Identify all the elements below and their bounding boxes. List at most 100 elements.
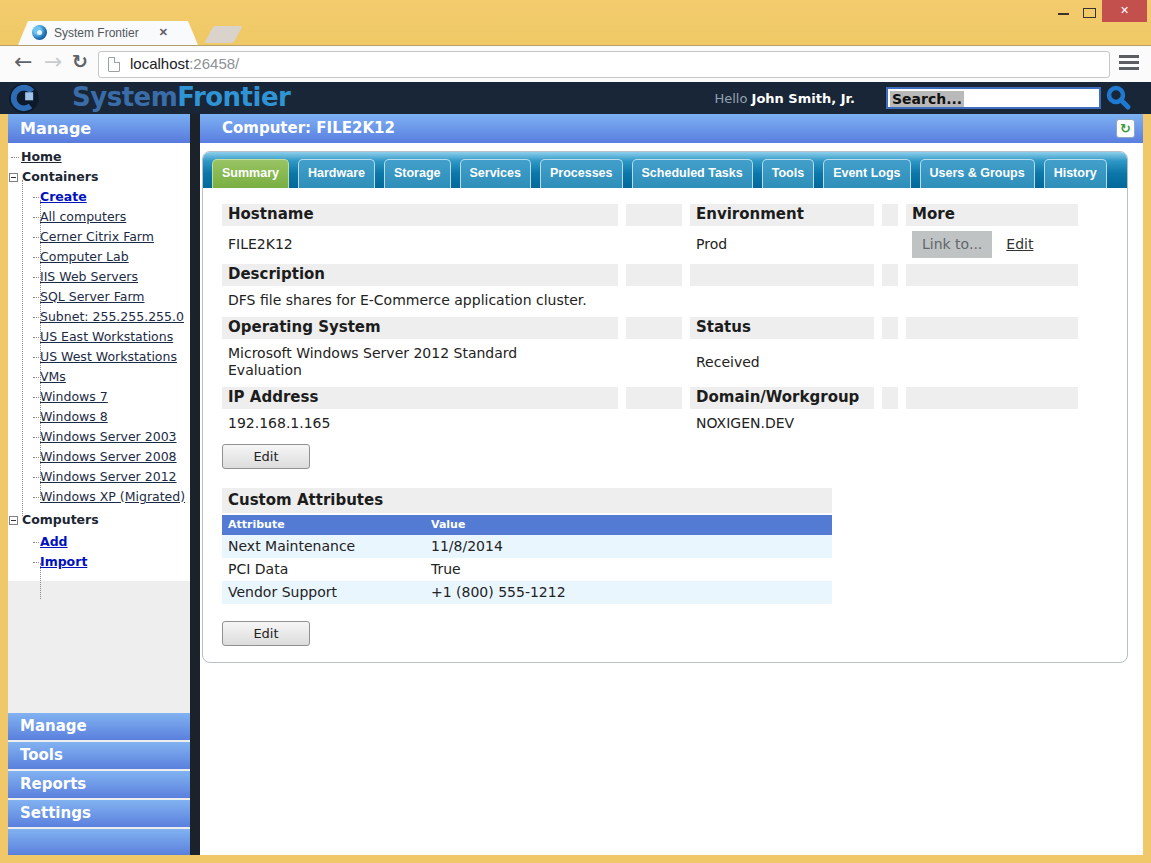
sidebar-item-windows-7[interactable]: Windows 7	[8, 387, 190, 407]
sidebar-item-create[interactable]: Create	[8, 187, 190, 207]
tree-link-label[interactable]: SQL Server Farm	[40, 289, 144, 304]
tree-link-label[interactable]: IIS Web Servers	[40, 269, 138, 284]
summary-edit-button[interactable]: Edit	[222, 444, 310, 469]
sidebar-item-cerner-citrix-farm[interactable]: Cerner Citrix Farm	[8, 227, 190, 247]
sidebar-item-all-computers[interactable]: All computers	[8, 207, 190, 227]
tab-services[interactable]: Services	[460, 159, 531, 188]
browser-titlebar: System Frontier ✕ ✕	[0, 0, 1151, 45]
window-minimize-button[interactable]	[1058, 13, 1069, 15]
sidebar-item-import[interactable]: Import	[8, 552, 190, 572]
tab-summary[interactable]: Summary	[212, 159, 289, 188]
sidebar-item-us-east-workstations[interactable]: US East Workstations	[8, 327, 190, 347]
export-refresh-icon[interactable]: ↻	[1116, 119, 1135, 138]
description-value: DFS file shares for E-Commerce applicati…	[222, 286, 618, 317]
tree-node-label: Containers	[22, 169, 98, 184]
tab-scheduled-tasks[interactable]: Scheduled Tasks	[632, 159, 753, 188]
tree-link-label[interactable]: Windows XP (Migrated)	[40, 489, 185, 504]
sidebar-item-subnet-255-255-255-0[interactable]: Subnet: 255.255.255.0	[8, 307, 190, 327]
app-logo[interactable]: SystemFrontier	[72, 82, 290, 112]
menu-icon[interactable]	[1119, 55, 1139, 72]
tab-users-groups[interactable]: Users & Groups	[920, 159, 1035, 188]
sidebar-nav-tools[interactable]: Tools	[8, 742, 190, 769]
attr-value: 11/8/2014	[425, 535, 832, 558]
tab-hardware[interactable]: Hardware	[298, 159, 375, 188]
attr-value: +1 (800) 555-1212	[425, 581, 832, 604]
sidebar-item-iis-web-servers[interactable]: IIS Web Servers	[8, 267, 190, 287]
sidebar-nav-settings[interactable]: Settings	[8, 800, 190, 827]
tree-link-label[interactable]: Windows 8	[40, 409, 108, 424]
sidebar-item-computer-lab[interactable]: Computer Lab	[8, 247, 190, 267]
window-maximize-button[interactable]	[1083, 8, 1096, 18]
more-label: More	[906, 204, 1078, 226]
tree-link-label[interactable]: Import	[40, 554, 87, 569]
attr-row-pci-data: PCI DataTrue	[222, 558, 832, 581]
more-edit-link[interactable]: Edit	[1006, 236, 1033, 252]
collapse-icon[interactable]	[9, 173, 18, 182]
search-icon[interactable]	[1105, 84, 1132, 111]
sidebar-item-windows-server-2008[interactable]: Windows Server 2008	[8, 447, 190, 467]
sidebar-item-windows-8[interactable]: Windows 8	[8, 407, 190, 427]
spacer-cell	[882, 204, 898, 226]
tree-link-label[interactable]: Cerner Citrix Farm	[40, 229, 154, 244]
environment-value: Prod	[690, 226, 874, 264]
tree-link-label[interactable]: Windows Server 2008	[40, 449, 177, 464]
attributes-edit-button[interactable]: Edit	[222, 621, 310, 646]
sidebar-tree: Home Containers Create All computers Cerner …	[8, 143, 190, 581]
sidebar-item-add[interactable]: Add	[8, 532, 190, 552]
sidebar-item-home[interactable]: Home	[8, 147, 190, 167]
tree-link-label[interactable]: US West Workstations	[40, 349, 177, 364]
user-name: John Smith, Jr.	[752, 91, 855, 106]
sidebar-item-windows-xp-migrated[interactable]: Windows XP (Migrated)	[8, 487, 190, 507]
url-port-path: :26458/	[189, 55, 239, 72]
back-icon[interactable]: ←	[14, 49, 32, 74]
sidebar-nav: ManageToolsReportsSettings	[8, 713, 190, 855]
tree-link-label[interactable]: Add	[40, 534, 68, 549]
tab-event-logs[interactable]: Event Logs	[823, 159, 910, 188]
sidebar-nav-reports[interactable]: Reports	[8, 771, 190, 798]
tree-link-label[interactable]: US East Workstations	[40, 329, 173, 344]
tab-close-icon[interactable]: ✕	[159, 26, 168, 39]
tab-storage[interactable]: Storage	[384, 159, 451, 188]
ip-label: IP Address	[222, 387, 618, 409]
new-tab-button[interactable]	[204, 26, 242, 43]
sidebar-item-windows-server-2003[interactable]: Windows Server 2003	[8, 427, 190, 447]
link-to-button[interactable]: Link to...	[912, 231, 992, 258]
browser-tab-title: System Frontier	[54, 26, 139, 40]
sidebar-item-vms[interactable]: VMs	[8, 367, 190, 387]
sidebar-nav-empty	[8, 829, 190, 855]
custom-attributes-title: Custom Attributes	[222, 488, 832, 513]
attr-name: Next Maintenance	[222, 535, 425, 558]
sidebar-item-computers: Computers	[8, 510, 190, 530]
page-title: Computer: FILE2K12	[222, 119, 395, 137]
tab-processes[interactable]: Processes	[540, 159, 623, 188]
search-input[interactable]: Search...	[886, 87, 1101, 109]
tree-link-label[interactable]: Subnet: 255.255.255.0	[40, 309, 184, 324]
reload-icon[interactable]: ↻	[72, 50, 88, 72]
logo-frontier: Frontier	[177, 82, 290, 112]
tree-link-label[interactable]: Windows Server 2003	[40, 429, 177, 444]
tree-link-label[interactable]: Windows 7	[40, 389, 108, 404]
attr-name: Vendor Support	[222, 581, 425, 604]
sidebar-separator	[190, 114, 200, 855]
attr-row-vendor-support: Vendor Support+1 (800) 555-1212	[222, 581, 832, 604]
sidebar-nav-manage[interactable]: Manage	[8, 713, 190, 740]
tab-history[interactable]: History	[1044, 159, 1107, 188]
tree-link-label[interactable]: All computers	[40, 209, 126, 224]
window-close-button[interactable]: ✕	[1102, 0, 1147, 22]
sidebar: Manage Home Containers Create All computers…	[8, 114, 190, 855]
attr-col-attribute: Attribute	[222, 515, 425, 535]
tab-tools[interactable]: Tools	[762, 159, 814, 188]
sidebar-item-sql-server-farm[interactable]: SQL Server Farm	[8, 287, 190, 307]
tree-link-label[interactable]: VMs	[40, 369, 66, 384]
tree-link-label[interactable]: Computer Lab	[40, 249, 129, 264]
collapse-icon[interactable]	[9, 516, 18, 525]
address-bar[interactable]: localhost:26458/	[98, 51, 1110, 78]
tree-link-label[interactable]: Windows Server 2012	[40, 469, 177, 484]
tree-link-label[interactable]: Create	[40, 189, 87, 204]
tree-link-label[interactable]: Home	[21, 149, 62, 164]
sidebar-item-us-west-workstations[interactable]: US West Workstations	[8, 347, 190, 367]
forward-icon[interactable]: →	[44, 49, 62, 74]
sidebar-item-windows-server-2012[interactable]: Windows Server 2012	[8, 467, 190, 487]
browser-tab[interactable]: System Frontier ✕	[18, 21, 198, 45]
attr-row-next-maintenance: Next Maintenance11/8/2014	[222, 535, 832, 558]
